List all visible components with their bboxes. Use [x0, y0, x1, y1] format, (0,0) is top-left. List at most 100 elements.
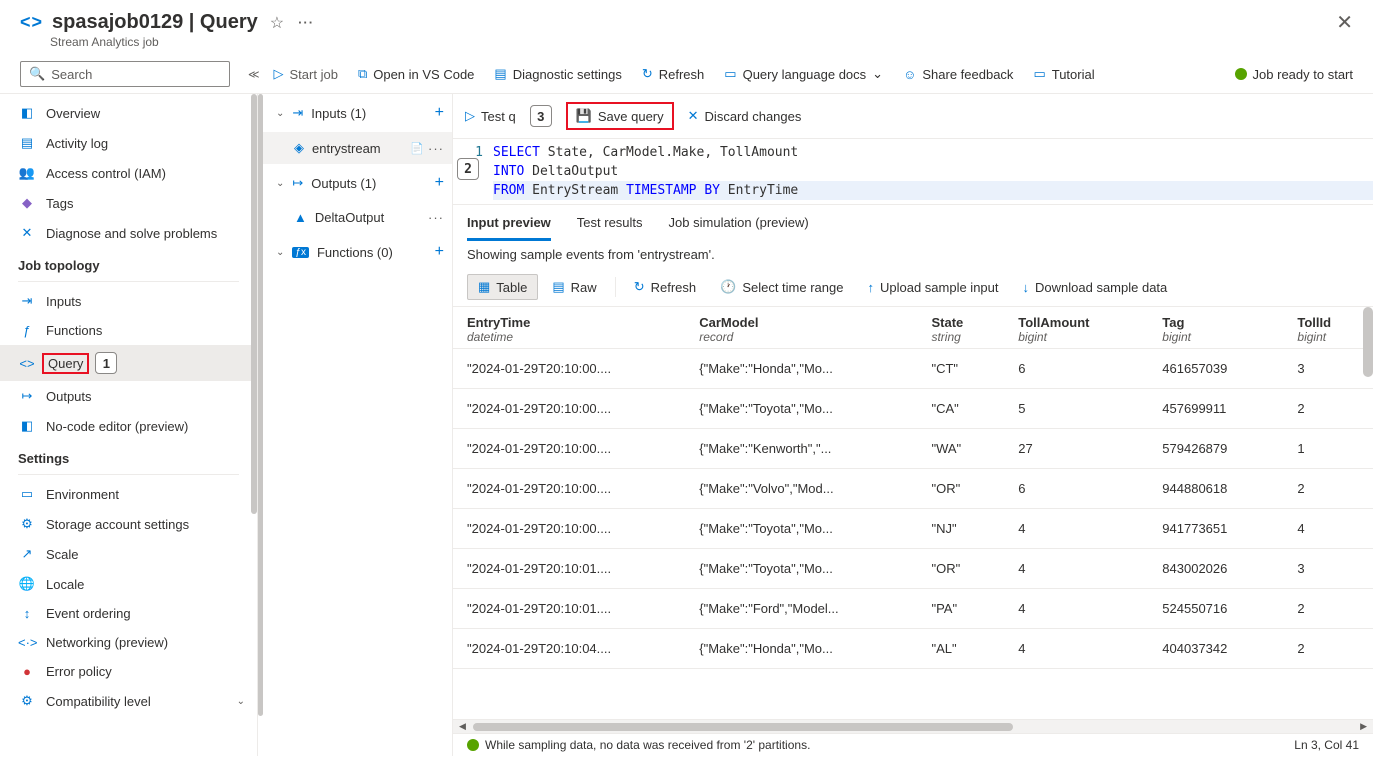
play-icon: ▷ — [274, 66, 284, 82]
play-icon: ▷ — [465, 108, 475, 124]
nav-storage[interactable]: ⚙Storage account settings — [0, 509, 257, 539]
search-input[interactable]: 🔍 Search — [20, 61, 230, 87]
nav-environment[interactable]: ▭Environment — [0, 479, 257, 509]
smile-icon: ☺ — [903, 67, 916, 82]
network-icon: <·> — [18, 635, 36, 650]
more-icon[interactable]: ··· — [298, 15, 314, 30]
tab-input-preview[interactable]: Input preview — [467, 215, 551, 241]
tab-test-results[interactable]: Test results — [577, 215, 643, 241]
table-row[interactable]: "2024-01-29T20:10:00....{"Make":"Honda",… — [453, 349, 1373, 389]
upload-button[interactable]: ↑Upload sample input — [857, 276, 1008, 299]
scroll-left-icon[interactable]: ◀ — [459, 721, 466, 732]
table-row[interactable]: "2024-01-29T20:10:00....{"Make":"Toyota"… — [453, 389, 1373, 429]
save-query-button[interactable]: 💾Save query — [566, 102, 674, 130]
scroll-right-icon[interactable]: ▶ — [1360, 721, 1367, 732]
column-header[interactable]: CarModelrecord — [685, 307, 917, 349]
overview-icon: ◧ — [18, 105, 36, 121]
scrollbar[interactable] — [1363, 307, 1373, 377]
tree-functions[interactable]: ⌄ƒxFunctions (0)+ — [258, 233, 452, 271]
tree-inputs[interactable]: ⌄⇥Inputs (1)+ — [258, 94, 452, 132]
tab-simulation[interactable]: Job simulation (preview) — [669, 215, 809, 241]
table-icon: ▦ — [478, 279, 490, 295]
nav-functions[interactable]: ƒFunctions — [0, 316, 257, 345]
nav-activity[interactable]: ▤Activity log — [0, 128, 257, 158]
nav-overview[interactable]: ◧Overview — [0, 98, 257, 128]
test-query-button[interactable]: ▷Test q — [465, 108, 516, 124]
inputs-icon: ⇥ — [18, 293, 36, 309]
collapse-sidebar-icon[interactable]: ≪ — [248, 68, 260, 81]
add-icon[interactable]: + — [435, 174, 444, 192]
nav-access[interactable]: 👥Access control (IAM) — [0, 158, 257, 188]
log-icon: ▤ — [18, 135, 36, 151]
raw-icon: ▤ — [552, 279, 564, 295]
table-row[interactable]: "2024-01-29T20:10:04....{"Make":"Honda",… — [453, 629, 1373, 669]
h-scrollbar[interactable]: ◀ ▶ — [453, 719, 1373, 733]
time-range-button[interactable]: 🕐Select time range — [710, 275, 853, 299]
status-message: While sampling data, no data was receive… — [485, 738, 810, 752]
tutorial-button[interactable]: ▭Tutorial — [1033, 66, 1094, 82]
nav-outputs[interactable]: ↦Outputs — [0, 381, 257, 411]
nav-compat[interactable]: ⚙Compatibility level⌄ — [0, 686, 257, 716]
start-job-button[interactable]: ▷Start job — [274, 66, 338, 82]
view-raw-button[interactable]: ▤Raw — [542, 275, 606, 299]
nav-ordering[interactable]: ↕Event ordering — [0, 599, 257, 628]
column-header[interactable]: TollIdbigint — [1283, 307, 1373, 349]
scrollbar[interactable] — [251, 94, 257, 514]
nav-scale[interactable]: ↗Scale — [0, 539, 257, 569]
more-icon[interactable]: ··· — [428, 210, 444, 225]
open-vscode-button[interactable]: ⧉Open in VS Code — [358, 66, 474, 82]
table-row[interactable]: "2024-01-29T20:10:00....{"Make":"Kenwort… — [453, 429, 1373, 469]
column-header[interactable]: EntryTimedatetime — [453, 307, 685, 349]
nav-query[interactable]: <>Query1 — [0, 345, 257, 381]
lang-docs-button[interactable]: ▭Query language docs⌄ — [724, 66, 883, 82]
view-table-button[interactable]: ▦Table — [467, 274, 538, 300]
more-icon[interactable]: ··· — [428, 141, 444, 156]
refresh-button[interactable]: ↻Refresh — [642, 66, 704, 82]
feedback-button[interactable]: ☺Share feedback — [903, 67, 1013, 82]
download-button[interactable]: ↓Download sample data — [1013, 276, 1178, 299]
nav-nocode[interactable]: ◧No-code editor (preview) — [0, 411, 257, 441]
add-icon[interactable]: + — [435, 243, 444, 261]
diagnostic-button[interactable]: ▤Diagnostic settings — [494, 66, 621, 82]
table-row[interactable]: "2024-01-29T20:10:00....{"Make":"Toyota"… — [453, 509, 1373, 549]
editor-area: ▷Test q 3 💾Save query ✕Discard changes 1… — [453, 94, 1373, 756]
close-icon[interactable]: ✕ — [1336, 10, 1353, 35]
file-icon[interactable]: 📄 — [410, 142, 424, 155]
nav-error-policy[interactable]: ●Error policy — [0, 657, 257, 686]
status-ok-icon — [1235, 68, 1247, 80]
nav-diagnose[interactable]: ✕Diagnose and solve problems — [0, 218, 257, 248]
tree-output-delta[interactable]: ▲DeltaOutput··· — [258, 202, 452, 233]
tree-outputs[interactable]: ⌄↦Outputs (1)+ — [258, 164, 452, 202]
preview-tabs: Input preview Test results Job simulatio… — [453, 205, 1373, 241]
nav-inputs[interactable]: ⇥Inputs — [0, 286, 257, 316]
column-header[interactable]: Tagbigint — [1148, 307, 1283, 349]
preview-refresh-button[interactable]: ↻Refresh — [624, 275, 706, 299]
nav-networking[interactable]: <·>Networking (preview) — [0, 628, 257, 657]
nav-tags[interactable]: ◆Tags — [0, 188, 257, 218]
status-bar: While sampling data, no data was receive… — [453, 733, 1373, 756]
outputs-icon: ↦ — [18, 388, 36, 404]
nav-section-settings: Settings — [0, 441, 257, 470]
code-editor[interactable]: 1 2 SELECT State, CarModel.Make, TollAmo… — [453, 139, 1373, 205]
chevron-down-icon: ⌄ — [276, 178, 284, 189]
cursor-position: Ln 3, Col 41 — [1294, 738, 1359, 752]
ordering-icon: ↕ — [18, 606, 36, 621]
add-icon[interactable]: + — [435, 104, 444, 122]
nav-locale[interactable]: 🌐Locale — [0, 569, 257, 599]
status-ok-icon — [467, 739, 479, 751]
favorite-icon[interactable]: ☆ — [270, 13, 284, 33]
query-icon: <> — [18, 356, 36, 371]
table-row[interactable]: "2024-01-29T20:10:00....{"Make":"Volvo",… — [453, 469, 1373, 509]
command-bar: 🔍 Search ≪ ▷Start job ⧉Open in VS Code ▤… — [0, 55, 1373, 94]
table-row[interactable]: "2024-01-29T20:10:01....{"Make":"Toyota"… — [453, 549, 1373, 589]
outputs-icon: ↦ — [292, 175, 303, 191]
column-header[interactable]: TollAmountbigint — [1004, 307, 1148, 349]
annotation-1: 1 — [95, 352, 117, 374]
tree-input-entrystream[interactable]: ◈entrystream📄··· — [258, 132, 452, 164]
discard-button[interactable]: ✕Discard changes — [688, 108, 802, 124]
search-icon: 🔍 — [29, 66, 45, 82]
table-row[interactable]: "2024-01-29T20:10:01....{"Make":"Ford","… — [453, 589, 1373, 629]
discard-icon: ✕ — [688, 108, 699, 124]
column-header[interactable]: Statestring — [917, 307, 1004, 349]
clock-icon: 🕐 — [720, 279, 736, 295]
